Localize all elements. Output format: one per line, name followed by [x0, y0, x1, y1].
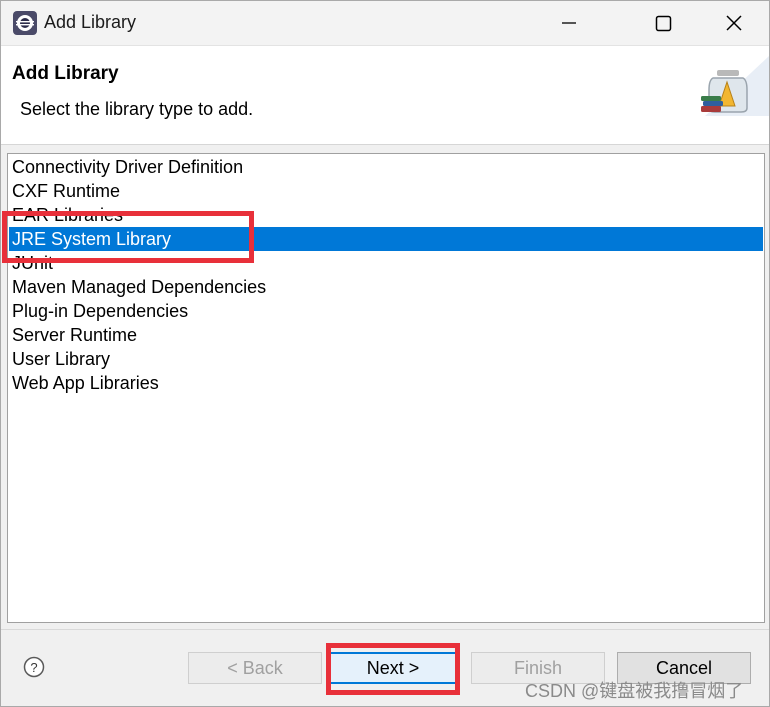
library-list-item[interactable]: CXF Runtime: [9, 179, 763, 203]
back-button[interactable]: < Back: [188, 652, 322, 684]
library-list-item[interactable]: Maven Managed Dependencies: [9, 275, 763, 299]
library-list-item[interactable]: JUnit: [9, 251, 763, 275]
library-list-item[interactable]: Plug-in Dependencies: [9, 299, 763, 323]
maximize-button[interactable]: [640, 1, 686, 45]
minimize-button[interactable]: [546, 1, 592, 45]
close-button[interactable]: [711, 1, 757, 45]
add-library-dialog: Add Library Add Library Select the libra…: [0, 0, 770, 707]
next-button[interactable]: Next >: [326, 652, 460, 684]
library-jar-icon: [701, 56, 769, 116]
page-description: Select the library type to add.: [20, 99, 254, 119]
close-icon: [726, 15, 742, 31]
dialog-header: Add Library Select the library type to a…: [1, 46, 769, 145]
library-list-item[interactable]: Server Runtime: [9, 323, 763, 347]
help-icon[interactable]: ?: [23, 656, 45, 678]
library-list-item[interactable]: Connectivity Driver Definition: [9, 155, 763, 179]
library-list-item[interactable]: JRE System Library: [9, 227, 763, 251]
minimize-icon: [562, 22, 576, 24]
window-title: Add Library: [44, 12, 137, 32]
watermark: CSDN @键盘被我撸冒烟了: [525, 681, 744, 701]
title-bar[interactable]: Add Library: [1, 1, 769, 46]
svg-text:?: ?: [30, 660, 37, 675]
library-list-item[interactable]: User Library: [9, 347, 763, 371]
library-list-item[interactable]: Web App Libraries: [9, 371, 763, 395]
maximize-icon: [655, 15, 672, 32]
eclipse-app-icon: [13, 11, 37, 35]
page-title: Add Library: [12, 63, 119, 84]
library-type-list[interactable]: Connectivity Driver Definition CXF Runtim…: [7, 153, 765, 623]
button-bar-separator: [1, 629, 769, 630]
library-list-item[interactable]: EAR Libraries: [9, 203, 763, 227]
